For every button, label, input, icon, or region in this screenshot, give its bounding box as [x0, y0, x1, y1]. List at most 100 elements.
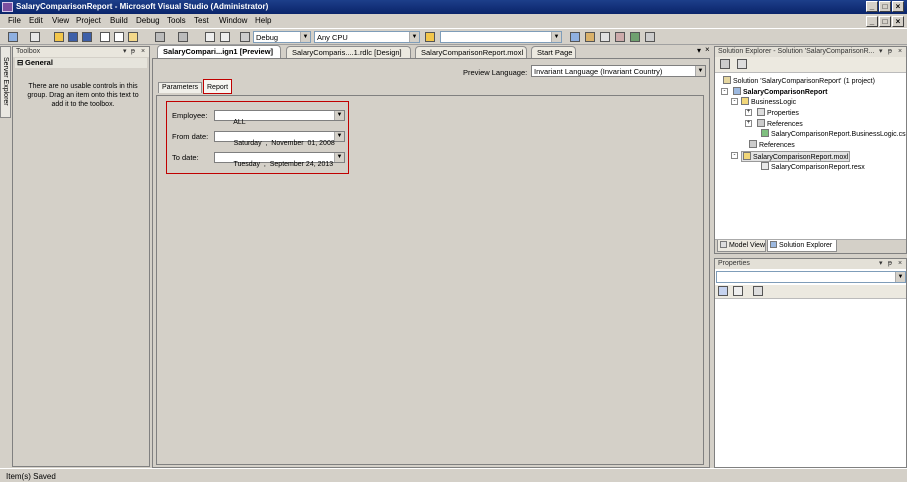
- tab-solution-explorer[interactable]: Solution Explorer: [767, 240, 837, 252]
- menu-tools[interactable]: Tools: [167, 16, 186, 25]
- dropdown-icon[interactable]: ▾: [123, 47, 127, 57]
- close-icon[interactable]: ×: [898, 259, 902, 269]
- server-explorer-tab[interactable]: Server Explorer: [0, 46, 11, 118]
- properties-panel: Properties ▾ ᵽ × ▼: [714, 258, 907, 468]
- menu-project[interactable]: Project: [76, 16, 101, 25]
- tree-references[interactable]: References: [757, 119, 803, 128]
- moxl-file-icon: [743, 152, 751, 160]
- solution-platform-dropdown[interactable]: Any CPU ▼: [314, 31, 420, 43]
- property-pages-icon[interactable]: [753, 286, 763, 296]
- redo-icon[interactable]: [178, 32, 188, 42]
- refresh-icon[interactable]: [737, 59, 747, 69]
- toolbox-empty-message: There are no usable controls in this gro…: [27, 83, 139, 108]
- menu-window[interactable]: Window: [219, 16, 247, 25]
- add-item-icon[interactable]: [30, 32, 40, 42]
- menu-debug[interactable]: Debug: [136, 16, 160, 25]
- navigate-forward-icon[interactable]: [220, 32, 230, 42]
- active-files-icon[interactable]: ▾: [697, 46, 701, 55]
- tree-project[interactable]: SalaryComparisonReport: [733, 87, 827, 96]
- tree-label: SalaryComparisonReport.resx: [771, 164, 865, 171]
- cut-icon[interactable]: [100, 32, 110, 42]
- tree-businesslogic-folder[interactable]: BusinessLogic: [741, 97, 796, 106]
- tree-solution[interactable]: Solution 'SalaryComparisonReport' (1 pro…: [723, 76, 875, 85]
- doc-minimize-button[interactable]: _: [866, 16, 878, 27]
- open-file-icon[interactable]: [54, 32, 64, 42]
- solution-explorer-icon[interactable]: [570, 32, 580, 42]
- tree-resx-file[interactable]: SalaryComparisonReport.resx: [761, 162, 865, 171]
- chevron-down-icon: ▼: [334, 153, 344, 162]
- properties-window-icon[interactable]: [585, 32, 595, 42]
- toolbox-title: Toolbox: [16, 48, 41, 55]
- menu-help[interactable]: Help: [255, 16, 271, 25]
- solution-configuration-dropdown[interactable]: Debug ▼: [253, 31, 311, 43]
- navigate-back-icon[interactable]: [205, 32, 215, 42]
- new-project-icon[interactable]: [8, 32, 18, 42]
- save-icon[interactable]: [68, 32, 78, 42]
- tree-label: References: [759, 142, 795, 149]
- dropdown-icon[interactable]: ▾: [879, 47, 883, 57]
- copy-icon[interactable]: [114, 32, 124, 42]
- employee-dropdown[interactable]: ALL ▼: [214, 110, 345, 126]
- collapse-icon[interactable]: -: [731, 98, 738, 105]
- save-all-icon[interactable]: [82, 32, 92, 42]
- paste-icon[interactable]: [128, 32, 138, 42]
- menu-test[interactable]: Test: [194, 16, 209, 25]
- properties-icon[interactable]: [720, 59, 730, 69]
- solution-explorer-header: Solution Explorer - Solution 'SalaryComp…: [715, 47, 906, 57]
- alphabetical-icon[interactable]: [733, 286, 743, 296]
- undo-icon[interactable]: [155, 32, 165, 42]
- tab-start-page[interactable]: Start Page: [531, 46, 576, 58]
- tree-businesslogic-cs[interactable]: SalaryComparisonReport.BusinessLogic.cs: [761, 129, 906, 138]
- close-button[interactable]: ×: [892, 1, 904, 12]
- menu-build[interactable]: Build: [110, 16, 128, 25]
- menu-view[interactable]: View: [52, 16, 69, 25]
- menu-edit[interactable]: Edit: [29, 16, 43, 25]
- from-date-value: Saturday , November 01, 2008: [233, 140, 335, 147]
- collapse-icon: ⊟: [17, 58, 24, 67]
- start-page-icon[interactable]: [630, 32, 640, 42]
- from-date-picker[interactable]: Saturday , November 01, 2008 ▼: [214, 131, 345, 147]
- to-date-picker[interactable]: Tuesday , September 24, 2013 ▼: [214, 152, 345, 168]
- start-debugging-icon[interactable]: [240, 32, 250, 42]
- solution-explorer-icon: [770, 241, 777, 248]
- find-dropdown[interactable]: ▼: [440, 31, 562, 43]
- expand-icon[interactable]: +: [745, 120, 752, 127]
- tab-model-view[interactable]: Model View: [717, 240, 766, 252]
- pin-icon[interactable]: ᵽ: [131, 47, 135, 57]
- tab-report-preview[interactable]: SalaryCompari...ign1 [Preview]: [157, 45, 281, 58]
- section-label: General: [25, 58, 53, 67]
- find-in-files-icon[interactable]: [425, 32, 435, 42]
- close-icon[interactable]: ×: [898, 47, 902, 57]
- visual-studio-app-icon[interactable]: [2, 2, 13, 12]
- tree-properties[interactable]: Properties: [757, 108, 799, 117]
- maximize-button[interactable]: □: [879, 1, 891, 12]
- object-browser-icon[interactable]: [600, 32, 610, 42]
- tree-project-references[interactable]: References: [749, 140, 795, 149]
- toolbox-section-general[interactable]: ⊟ General: [15, 58, 147, 68]
- report-preview-document: Preview Language: Invariant Language (In…: [152, 58, 710, 468]
- collapse-icon[interactable]: -: [731, 152, 738, 159]
- status-bar: Item(s) Saved: [0, 468, 907, 482]
- minimize-button[interactable]: _: [866, 1, 878, 12]
- expand-icon[interactable]: +: [745, 109, 752, 116]
- pin-icon[interactable]: ᵽ: [888, 47, 892, 57]
- tab-moxl[interactable]: SalaryComparisonReport.moxl: [415, 46, 527, 58]
- collapse-icon[interactable]: -: [721, 88, 728, 95]
- menu-file[interactable]: File: [8, 16, 21, 25]
- preview-language-dropdown[interactable]: Invariant Language (Invariant Country) ▼: [531, 65, 706, 77]
- object-selector-dropdown[interactable]: ▼: [716, 271, 906, 283]
- pin-icon[interactable]: ᵽ: [888, 259, 892, 269]
- tab-report[interactable]: Report: [203, 79, 233, 94]
- employee-label: Employee:: [172, 111, 208, 120]
- other-windows-icon[interactable]: [645, 32, 655, 42]
- doc-restore-button[interactable]: □: [879, 16, 891, 27]
- tab-parameters[interactable]: Parameters: [158, 82, 203, 93]
- close-document-icon[interactable]: ×: [705, 45, 710, 54]
- tab-rdlc-design[interactable]: SalaryComparis....1.rdlc [Design]: [286, 46, 411, 58]
- doc-close-button[interactable]: ×: [892, 16, 904, 27]
- categorized-icon[interactable]: [718, 286, 728, 296]
- dropdown-icon[interactable]: ▾: [879, 259, 883, 269]
- toolbox-icon[interactable]: [615, 32, 625, 42]
- tree-moxl-file[interactable]: SalaryComparisonReport.moxl: [741, 151, 851, 162]
- close-icon[interactable]: ×: [141, 47, 145, 57]
